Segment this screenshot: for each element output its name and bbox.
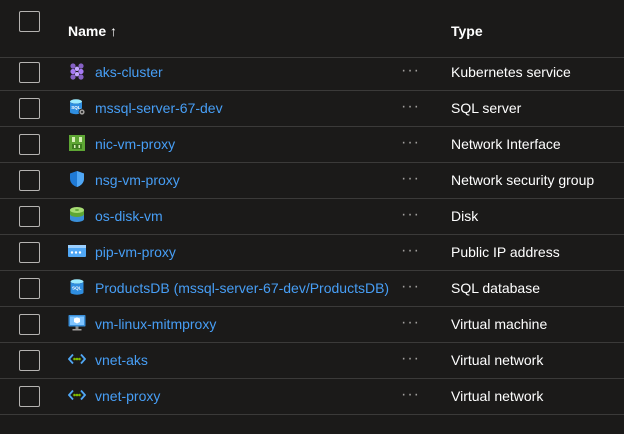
column-header-type[interactable]: Type	[451, 23, 483, 39]
virtual-network-icon	[68, 389, 86, 401]
resource-type: Virtual network	[451, 352, 544, 368]
resource-type: Network Interface	[451, 136, 561, 152]
row-checkbox[interactable]	[19, 350, 40, 371]
svg-text:SQL: SQL	[72, 286, 82, 291]
list-item: aks-cluster ··· Kubernetes service	[0, 55, 624, 91]
row-checkbox[interactable]	[19, 206, 40, 227]
resource-type: SQL database	[451, 280, 540, 296]
svg-text:SQL: SQL	[71, 105, 81, 110]
row-checkbox[interactable]	[19, 278, 40, 299]
resource-name-link[interactable]: os-disk-vm	[95, 208, 163, 224]
row-checkbox[interactable]	[19, 170, 40, 191]
more-options-button[interactable]: ···	[401, 134, 420, 152]
list-item: vm-linux-mitmproxy ··· Virtual machine	[0, 307, 624, 343]
public-ip-icon	[68, 245, 86, 257]
resource-type: Network security group	[451, 172, 595, 188]
select-all-checkbox[interactable]	[19, 11, 40, 32]
resource-list: Name ↑ Type aks-cluster ··· Kubernetes s…	[0, 0, 624, 434]
list-item: SQL ProductsDB (mssql-server-67-dev/Prod…	[0, 271, 624, 307]
resource-type: Public IP address	[451, 244, 560, 260]
sql-database-icon: SQL	[70, 279, 84, 295]
resource-type: Virtual network	[451, 388, 544, 404]
more-options-button[interactable]: ···	[401, 242, 420, 260]
column-header-name[interactable]: Name ↑	[68, 23, 117, 39]
list-item: vnet-aks ··· Virtual network	[0, 343, 624, 379]
resource-type: Kubernetes service	[451, 64, 571, 80]
virtual-network-icon	[68, 353, 86, 365]
list-item: nsg-vm-proxy ··· Network security group	[0, 163, 624, 199]
resource-type: Disk	[451, 208, 479, 224]
kubernetes-icon	[70, 63, 84, 80]
resource-type: Virtual machine	[451, 316, 548, 332]
network-interface-icon	[69, 135, 85, 151]
more-options-button[interactable]: ···	[401, 62, 420, 80]
resource-name-link[interactable]: vnet-aks	[95, 352, 148, 368]
more-options-button[interactable]: ···	[401, 386, 420, 404]
virtual-machine-icon	[68, 315, 86, 331]
row-checkbox[interactable]	[19, 62, 40, 83]
resource-name-link[interactable]: aks-cluster	[95, 64, 163, 80]
more-options-button[interactable]: ···	[401, 350, 420, 368]
more-options-button[interactable]: ···	[401, 206, 420, 224]
resource-name-link[interactable]: pip-vm-proxy	[95, 244, 176, 260]
resource-name-link[interactable]: ProductsDB (mssql-server-67-dev/Products…	[95, 280, 389, 296]
resource-name-link[interactable]: mssql-server-67-dev	[95, 100, 223, 116]
row-checkbox[interactable]	[19, 134, 40, 155]
resource-name-link[interactable]: vnet-proxy	[95, 388, 160, 404]
disk-icon	[70, 207, 84, 222]
list-header: Name ↑ Type	[0, 4, 624, 58]
list-item: SQL mssql-server-67-dev ··· SQL server	[0, 91, 624, 127]
sort-ascending-icon: ↑	[110, 23, 118, 39]
more-options-button[interactable]: ···	[401, 314, 420, 332]
resource-name-link[interactable]: vm-linux-mitmproxy	[95, 316, 216, 332]
more-options-button[interactable]: ···	[401, 98, 420, 116]
row-checkbox[interactable]	[19, 98, 40, 119]
more-options-button[interactable]: ···	[401, 278, 420, 296]
list-item: nic-vm-proxy ··· Network Interface	[0, 127, 624, 163]
resource-name-link[interactable]: nsg-vm-proxy	[95, 172, 180, 188]
resource-name-link[interactable]: nic-vm-proxy	[95, 136, 175, 152]
row-checkbox[interactable]	[19, 386, 40, 407]
column-header-name-label: Name	[68, 23, 107, 39]
resource-type: SQL server	[451, 100, 522, 116]
row-checkbox[interactable]	[19, 242, 40, 263]
list-item: pip-vm-proxy ··· Public IP address	[0, 235, 624, 271]
list-item: os-disk-vm ··· Disk	[0, 199, 624, 235]
sql-server-icon: SQL	[70, 99, 86, 116]
shield-icon	[70, 171, 84, 187]
list-item: vnet-proxy ··· Virtual network	[0, 379, 624, 415]
more-options-button[interactable]: ···	[401, 170, 420, 188]
row-checkbox[interactable]	[19, 314, 40, 335]
